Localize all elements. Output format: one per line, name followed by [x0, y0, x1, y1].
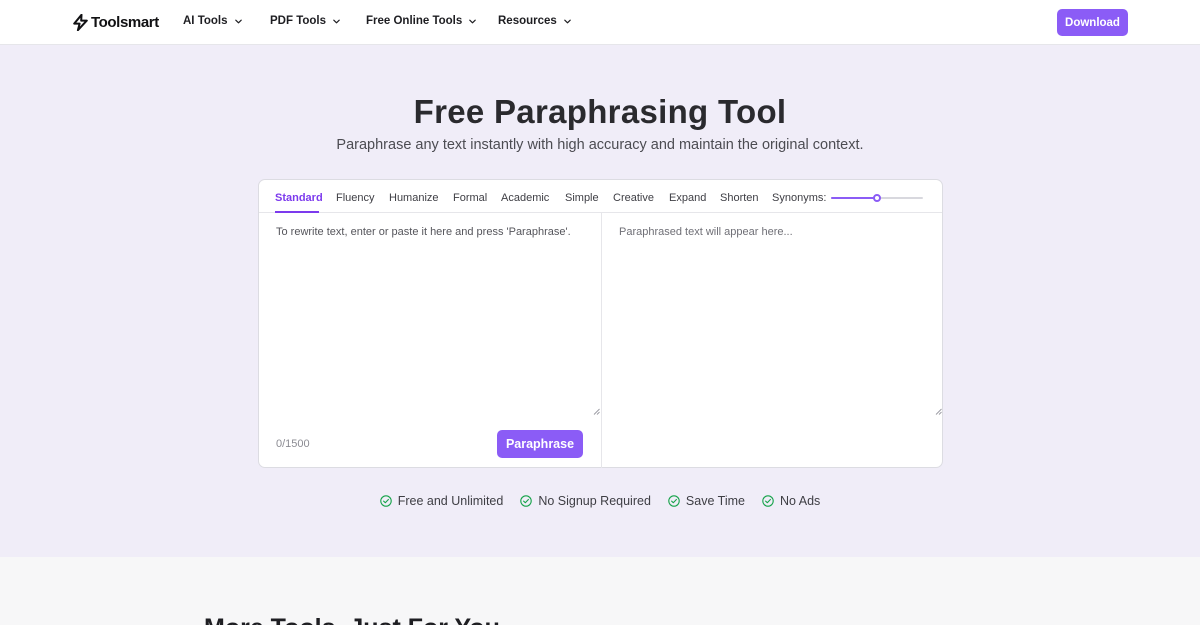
hero-section: Free Paraphrasing Tool Paraphrase any te…	[0, 45, 1200, 557]
paraphraser-card: Standard Fluency Humanize Formal Academi…	[258, 179, 943, 468]
nav-free-online-tools-label: Free Online Tools	[366, 15, 463, 27]
tab-shorten[interactable]: Shorten	[720, 192, 759, 204]
brand-logo[interactable]: Toolsmart	[73, 12, 159, 32]
feature-label: Save Time	[685, 494, 745, 508]
chevron-down-icon	[564, 19, 571, 23]
resize-grip-icon[interactable]	[935, 408, 942, 415]
check-circle-icon	[668, 495, 680, 507]
feature-list: Free and Unlimited No Signup Required Sa…	[0, 491, 1200, 511]
feature-label: No Ads	[779, 494, 821, 508]
paraphrase-button[interactable]: Paraphrase	[497, 430, 583, 458]
feature-item: Free and Unlimited	[379, 491, 504, 511]
feature-label: No Signup Required	[538, 494, 651, 508]
feature-item: Save Time	[668, 491, 745, 511]
brand-name: Toolsmart	[91, 13, 159, 31]
chevron-down-icon	[469, 19, 477, 23]
nav-pdf-tools[interactable]: PDF Tools	[270, 15, 341, 27]
output-text-area: Paraphrased text will appear here...	[619, 226, 793, 238]
page-title: Free Paraphrasing Tool	[413, 93, 787, 130]
mode-tabs: Standard Fluency Humanize Formal Academi…	[259, 180, 942, 213]
tab-formal[interactable]: Formal	[453, 192, 487, 204]
nav-ai-tools[interactable]: AI Tools	[183, 15, 243, 27]
nav-free-online-tools[interactable]: Free Online Tools	[366, 15, 477, 27]
check-circle-icon	[520, 495, 533, 507]
more-tools-title: More Tools, Just For You	[204, 614, 500, 625]
character-counter: 0/1500	[276, 438, 310, 450]
tab-academic[interactable]: Academic	[501, 192, 549, 204]
tab-simple[interactable]: Simple	[565, 192, 599, 204]
feature-item: No Signup Required	[520, 491, 651, 511]
toolsmart-logo-icon	[73, 13, 88, 31]
chevron-down-icon	[234, 19, 242, 23]
tab-fluency[interactable]: Fluency	[336, 192, 375, 204]
more-tools-section: More Tools, Just For You	[0, 557, 1200, 625]
nav-pdf-tools-label: PDF Tools	[270, 15, 327, 27]
synonyms-label: Synonyms:	[772, 192, 827, 204]
input-text-area[interactable]	[259, 213, 601, 415]
synonyms-slider-fill	[831, 197, 877, 199]
tab-humanize[interactable]: Humanize	[389, 192, 439, 204]
feature-item: No Ads	[762, 491, 820, 511]
tab-standard[interactable]: Standard	[275, 192, 323, 204]
chevron-down-icon	[333, 19, 340, 23]
tab-expand[interactable]: Expand	[669, 192, 706, 204]
resize-grip-icon[interactable]	[593, 408, 600, 415]
tab-creative[interactable]: Creative	[613, 192, 654, 204]
check-circle-icon	[379, 495, 392, 507]
check-circle-icon	[762, 495, 774, 507]
feature-label: Free and Unlimited	[397, 494, 504, 508]
nav-ai-tools-label: AI Tools	[183, 15, 228, 27]
download-button[interactable]: Download	[1057, 9, 1128, 36]
synonyms-slider-thumb[interactable]	[873, 194, 881, 202]
nav-resources[interactable]: Resources	[498, 15, 572, 27]
synonyms-slider[interactable]	[831, 194, 923, 202]
nav-resources-label: Resources	[498, 15, 557, 27]
page-subtitle: Paraphrase any text instantly with high …	[336, 137, 864, 153]
top-navbar: Toolsmart AI Tools PDF Tools Free Online…	[0, 0, 1200, 45]
